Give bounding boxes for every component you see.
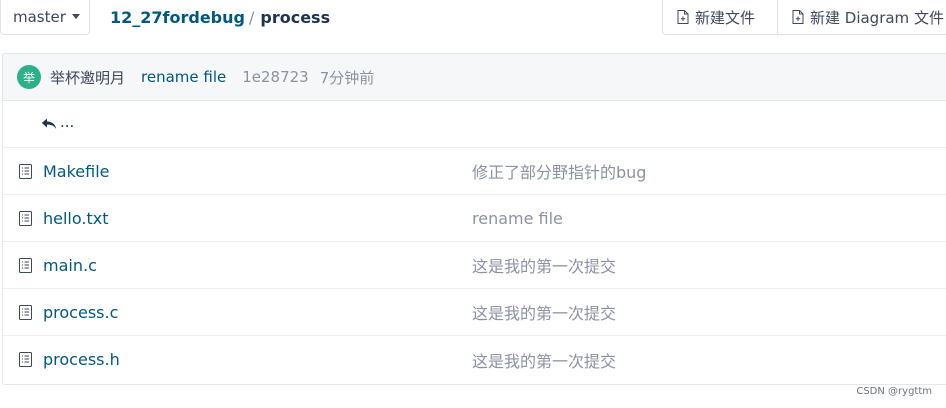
- watermark: CSDN @rygttm: [856, 386, 932, 397]
- file-commit-message[interactable]: 这是我的第一次提交: [472, 300, 616, 324]
- reply-arrow-icon: [41, 118, 57, 129]
- file-commit-message[interactable]: 这是我的第一次提交: [472, 348, 616, 372]
- avatar[interactable]: 举: [17, 65, 41, 89]
- file-commit-message[interactable]: 这是我的第一次提交: [472, 253, 616, 277]
- file-name-link[interactable]: main.c: [43, 256, 97, 275]
- commit-author[interactable]: 举杯邀明月: [50, 67, 125, 88]
- file-name-link[interactable]: hello.txt: [43, 209, 108, 228]
- file-row[interactable]: hello.txt rename file: [3, 195, 946, 242]
- file-text-icon: [19, 164, 32, 179]
- caret-down-icon: [71, 13, 80, 19]
- file-tree: 举 举杯邀明月 rename file 1e28723 7分钟前 ... Mak…: [2, 53, 946, 385]
- breadcrumb: 12_27fordebug / process: [110, 8, 330, 27]
- latest-commit-bar: 举 举杯邀明月 rename file 1e28723 7分钟前: [3, 54, 946, 101]
- file-row[interactable]: Makefile 修正了部分野指针的bug: [3, 148, 946, 195]
- file-text-icon: [19, 258, 32, 273]
- file-name-link[interactable]: process.c: [43, 303, 118, 322]
- new-diagram-label: 新建 Diagram 文件: [810, 8, 944, 27]
- file-name-link[interactable]: Makefile: [43, 162, 110, 181]
- commit-time: 7分钟前: [319, 68, 375, 87]
- commit-sha-link[interactable]: 1e28723: [242, 68, 309, 86]
- new-file-label: 新建文件: [695, 8, 756, 27]
- new-diagram-button[interactable]: 新建 Diagram 文件: [777, 0, 946, 35]
- new-file-button[interactable]: 新建文件: [662, 0, 778, 35]
- file-text-icon: [19, 352, 32, 367]
- breadcrumb-repo-link[interactable]: 12_27fordebug: [110, 8, 245, 27]
- branch-selector[interactable]: master: [0, 0, 90, 35]
- breadcrumb-separator: /: [248, 8, 255, 27]
- branch-label: master: [13, 8, 66, 26]
- file-name-link[interactable]: process.h: [43, 350, 120, 369]
- file-plus-icon: [677, 10, 689, 24]
- file-row[interactable]: main.c 这是我的第一次提交: [3, 242, 946, 289]
- repo-toolbar: master 12_27fordebug / process 新建文件 新建 D…: [0, 0, 946, 35]
- file-text-icon: [19, 211, 32, 226]
- file-commit-message[interactable]: rename file: [472, 209, 563, 228]
- file-commit-message[interactable]: 修正了部分野指针的bug: [472, 159, 646, 183]
- file-row[interactable]: process.h 这是我的第一次提交: [3, 336, 946, 383]
- breadcrumb-current-dir: process: [260, 8, 331, 27]
- parent-directory-label: ...: [60, 113, 75, 131]
- file-plus-icon: [792, 10, 804, 24]
- parent-directory-row[interactable]: ...: [3, 101, 946, 148]
- file-row[interactable]: process.c 这是我的第一次提交: [3, 289, 946, 336]
- commit-message-link[interactable]: rename file: [141, 68, 226, 86]
- file-text-icon: [19, 305, 32, 320]
